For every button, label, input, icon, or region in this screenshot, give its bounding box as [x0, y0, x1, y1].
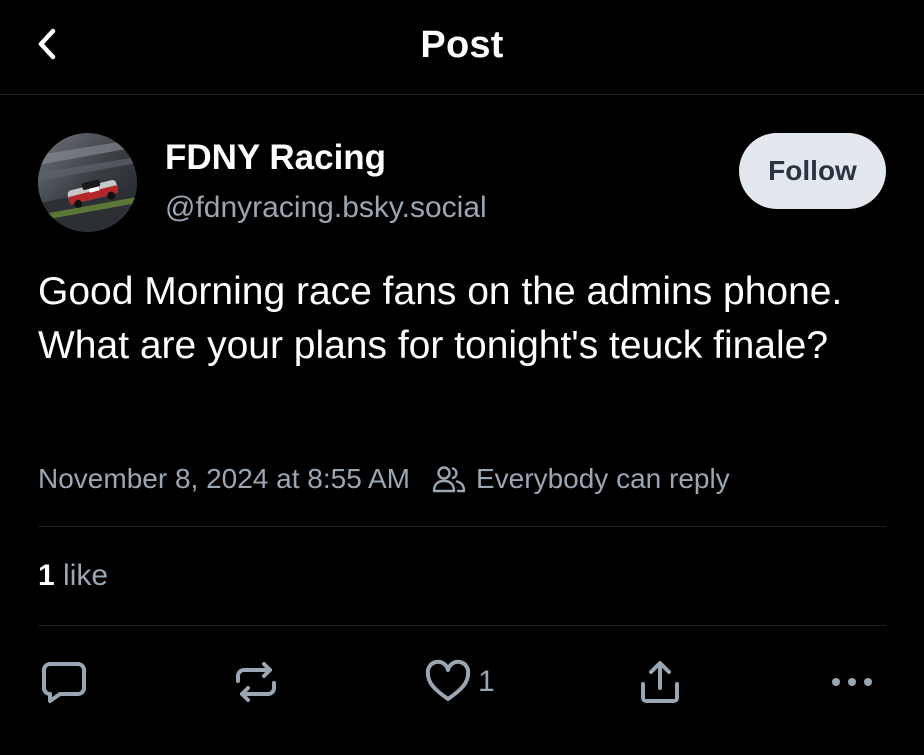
reply-button[interactable]	[40, 658, 88, 706]
likes-count: 1	[38, 559, 55, 592]
post-meta-row: November 8, 2024 at 8:55 AM Everybody ca…	[38, 458, 730, 500]
like-button[interactable]: 1	[424, 658, 495, 706]
comment-icon	[42, 662, 86, 703]
reply-setting[interactable]: Everybody can reply	[432, 463, 730, 495]
people-icon	[432, 464, 466, 494]
divider	[38, 625, 886, 626]
top-bar: Post	[0, 0, 924, 95]
author-name[interactable]: FDNY Racing	[165, 136, 386, 180]
post-body-text: Good Morning race fans on the admins pho…	[38, 270, 843, 367]
like-count: 1	[478, 665, 495, 698]
race-car-avatar-image	[38, 133, 137, 232]
avatar[interactable]	[38, 133, 137, 232]
repost-button[interactable]	[232, 658, 280, 706]
reply-setting-label: Everybody can reply	[476, 463, 730, 494]
share-button[interactable]	[636, 658, 684, 706]
follow-button[interactable]: Follow	[739, 133, 886, 209]
more-options-button[interactable]	[828, 658, 876, 706]
post-timestamp: November 8, 2024 at 8:55 AM	[38, 463, 410, 494]
repost-icon	[236, 662, 276, 702]
author-handle[interactable]: @fdnyracing.bsky.social	[165, 188, 487, 228]
heart-icon	[425, 659, 471, 701]
page-title: Post	[420, 24, 504, 66]
share-icon	[641, 661, 679, 703]
divider	[38, 526, 886, 527]
likes-count-link[interactable]: 1 like	[38, 556, 108, 596]
likes-label: like	[63, 559, 109, 592]
more-options-icon	[832, 678, 872, 686]
